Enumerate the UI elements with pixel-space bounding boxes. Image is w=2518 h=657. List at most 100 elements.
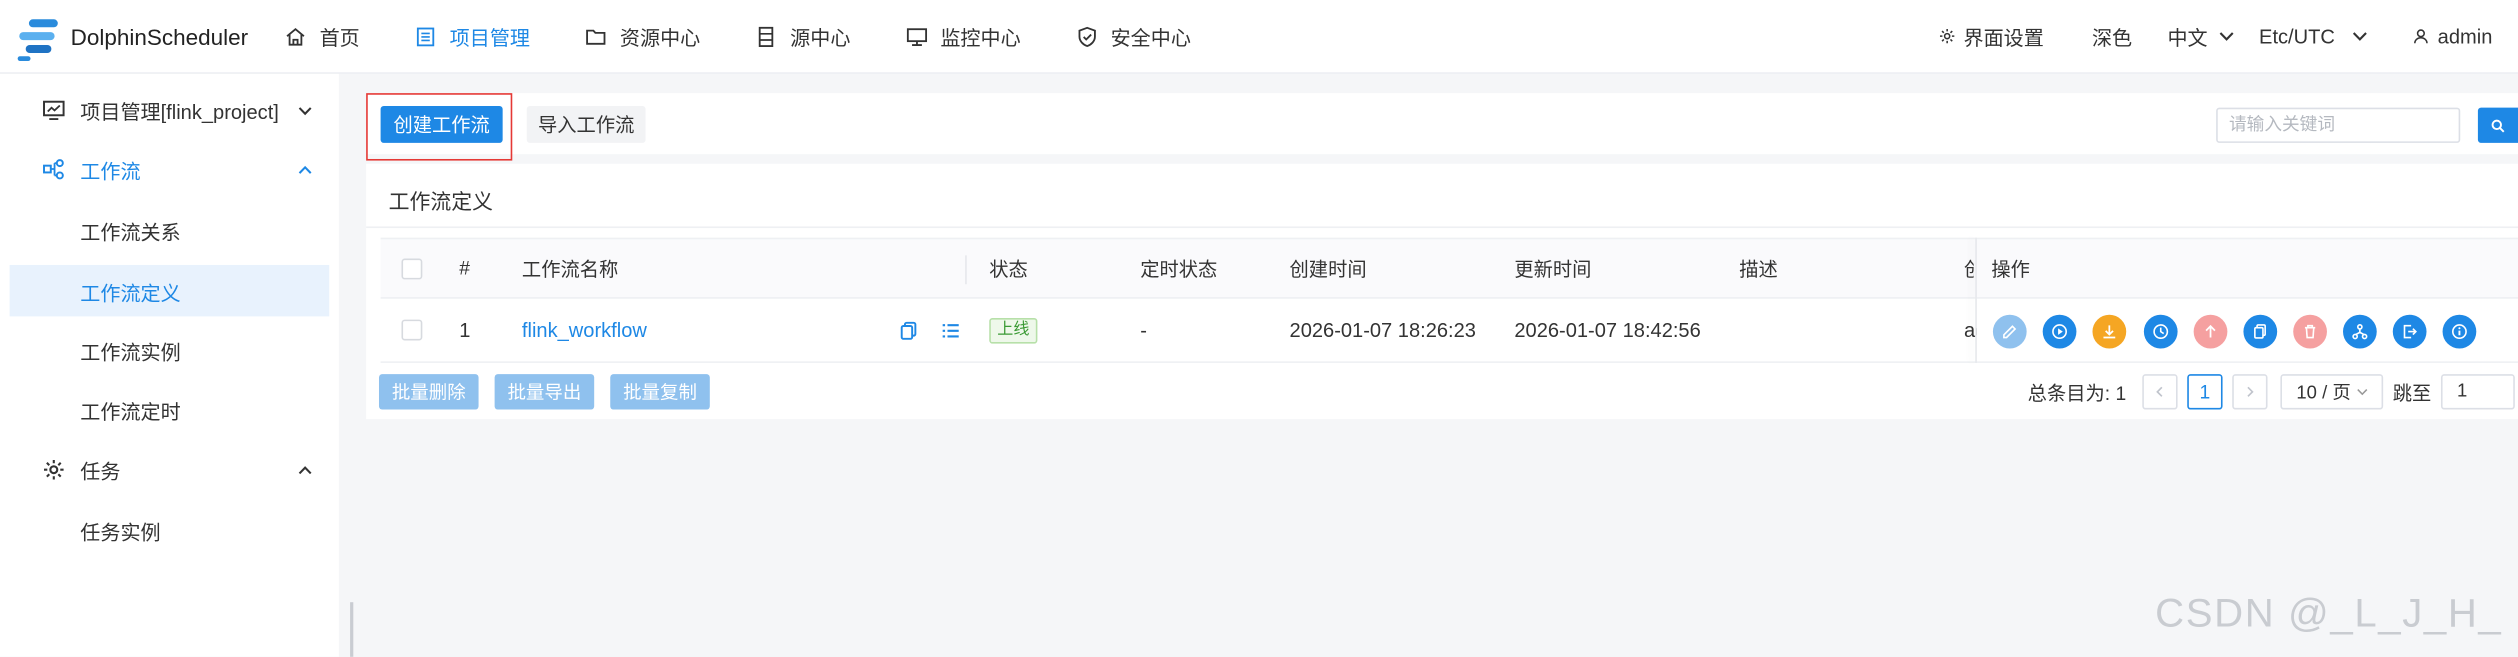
dolphin-logo-icon (16, 12, 64, 61)
search-button[interactable] (2477, 107, 2518, 143)
ui-settings-button[interactable]: 界面设置 (1938, 21, 2044, 52)
nav-datasource[interactable]: 源中心 (755, 0, 851, 73)
col-create-time: 创建时间 (1289, 257, 1367, 281)
tree-view-button[interactable] (941, 299, 960, 362)
col-schedule-status: 定时状态 (1140, 257, 1218, 281)
clock-icon (2153, 324, 2169, 340)
language-select[interactable]: 中文 (2167, 21, 2243, 52)
nav-project[interactable]: 项目管理 (414, 0, 530, 73)
sidebar-item-task-instance[interactable]: 任务实例 (0, 501, 339, 560)
jump-label: 跳至 (2392, 381, 2432, 404)
datasource-icon (758, 26, 774, 47)
sidebar-item-workflow-timing[interactable]: 工作流定时 (0, 381, 339, 440)
chevron-up-icon (298, 165, 312, 174)
search-icon (2491, 118, 2505, 132)
edit-icon (2003, 325, 2017, 339)
user-menu[interactable]: admin (2412, 25, 2492, 47)
batch-export-button[interactable]: 批量导出 (494, 374, 595, 410)
sidebar-project-label: 项目管理[flink_project] (80, 101, 279, 124)
delete-button[interactable] (2293, 314, 2327, 349)
sidebar-item-label: 工作流定时 (80, 401, 181, 424)
row-checkbox[interactable] (401, 299, 423, 362)
col-operations: 操作 (1991, 257, 2030, 281)
table-header: # 工作流名称 状态 定时状态 创建时间 更新时间 描述 创 操作 (380, 237, 2518, 299)
header-right: 界面设置 深色 中文 Etc/UTC admin (1902, 21, 2518, 52)
edit-button[interactable] (1992, 314, 2027, 349)
batch-copy-button[interactable]: 批量复制 (610, 374, 710, 410)
col-creator: 创 (1964, 239, 1974, 297)
status-online-tag: 上线 (989, 317, 1038, 343)
language-label: 中文 (2167, 27, 2208, 50)
row-update-time: 2026-01-07 18:42:56 (1514, 318, 1701, 342)
chevron-up-icon (298, 465, 312, 474)
col-description: 描述 (1739, 257, 1778, 281)
page-1-button[interactable]: 1 (2187, 374, 2223, 410)
theme-label: 深色 (2091, 27, 2133, 50)
next-page-button[interactable] (2232, 374, 2268, 410)
sidebar-item-label: 任务实例 (80, 521, 161, 545)
nav-home[interactable]: 首页 (284, 0, 360, 73)
run-button[interactable] (2042, 314, 2077, 349)
select-all-checkbox[interactable] (401, 239, 423, 297)
nav-datasource-label: 源中心 (790, 27, 851, 50)
table-row: 1 flink_workflow 上线 - 2026-01-07 18:26:2… (380, 299, 2518, 363)
total-count: 总条目为: 1 (2027, 381, 2127, 404)
sidebar-item-workflow-relation[interactable]: 工作流关系 (0, 201, 339, 260)
status-badge: 上线 (989, 299, 1038, 362)
offline-button[interactable] (2193, 314, 2228, 349)
arrow-up-icon (2205, 324, 2216, 338)
scrollbar-thumb[interactable] (350, 602, 354, 657)
home-icon (286, 27, 305, 45)
prev-page-button[interactable] (2142, 374, 2178, 410)
sidebar-item-project[interactable]: 项目管理[flink_project] (0, 80, 339, 139)
monitor-icon (906, 27, 927, 46)
tree-button[interactable] (2343, 314, 2377, 349)
sidebar-item-task[interactable]: 任务 (0, 440, 339, 499)
sidebar-item-label: 工作流实例 (80, 342, 181, 365)
play-icon (2052, 324, 2068, 340)
jump-page-input[interactable]: 1 (2440, 374, 2515, 410)
timezone-select[interactable]: Etc/UTC (2259, 25, 2377, 47)
workflow-name-link[interactable]: flink_workflow (522, 299, 647, 362)
ui-settings-label: 界面设置 (1963, 27, 2044, 50)
info-button[interactable] (2442, 314, 2477, 349)
theme-toggle[interactable]: 深色 (2092, 21, 2132, 52)
card-title: 工作流定义 (388, 189, 494, 214)
sidebar-item-workflow-instance[interactable]: 工作流实例 (0, 321, 339, 380)
folder-icon (586, 28, 606, 44)
watermark: CSDN @_L_J_H_ (2155, 590, 2503, 636)
chevron-down-icon (298, 106, 312, 115)
project-icon (416, 26, 435, 46)
workflow-definition-card: 工作流定义 # 工作流名称 状态 定时状态 创建时间 更新时间 描述 创 操作 … (366, 163, 2518, 420)
shield-icon (1077, 26, 1096, 47)
download-button[interactable] (2092, 314, 2127, 349)
user-label: admin (2437, 24, 2493, 48)
sidebar-item-workflow-definition[interactable]: 工作流定义 (9, 264, 330, 317)
logo[interactable]: DolphinScheduler (0, 12, 265, 61)
timing-button[interactable] (2143, 314, 2178, 349)
sidebar: 项目管理[flink_project] 工作流 工作流关系 工作流定义 工作流实… (0, 73, 339, 657)
list-icon (942, 323, 959, 337)
project-monitor-icon (43, 100, 65, 120)
import-workflow-button[interactable]: 导入工作流 (526, 105, 646, 143)
export-icon (2403, 324, 2417, 339)
sidebar-item-workflow[interactable]: 工作流 (0, 140, 339, 199)
export-button[interactable] (2392, 314, 2427, 349)
row-index: 1 (459, 318, 471, 342)
row-create-time: 2026-01-07 18:26:23 (1289, 318, 1476, 342)
copy-name-button[interactable] (899, 299, 918, 362)
sidebar-workflow-label: 工作流 (80, 160, 141, 184)
nav-security[interactable]: 安全中心 (1075, 0, 1191, 73)
gear-icon (1939, 28, 1954, 44)
toolbar: 创建工作流 导入工作流 (366, 93, 2518, 155)
chevron-down-icon (2357, 388, 2368, 396)
copy-workflow-button[interactable] (2243, 314, 2278, 349)
col-update-time: 更新时间 (1514, 257, 1592, 281)
nav-monitor[interactable]: 监控中心 (905, 0, 1021, 73)
workflow-table: # 工作流名称 状态 定时状态 创建时间 更新时间 描述 创 操作 1 flin… (380, 237, 2518, 363)
page-size-select[interactable]: 10 / 页 (2280, 374, 2384, 410)
batch-delete-button[interactable]: 批量删除 (378, 374, 479, 410)
nav-resource[interactable]: 资源中心 (585, 0, 700, 73)
pagination: 总条目为: 1 1 10 / 页 跳至 1 (2027, 374, 2518, 410)
search-input[interactable]: 请输入关键词 (2216, 107, 2461, 143)
